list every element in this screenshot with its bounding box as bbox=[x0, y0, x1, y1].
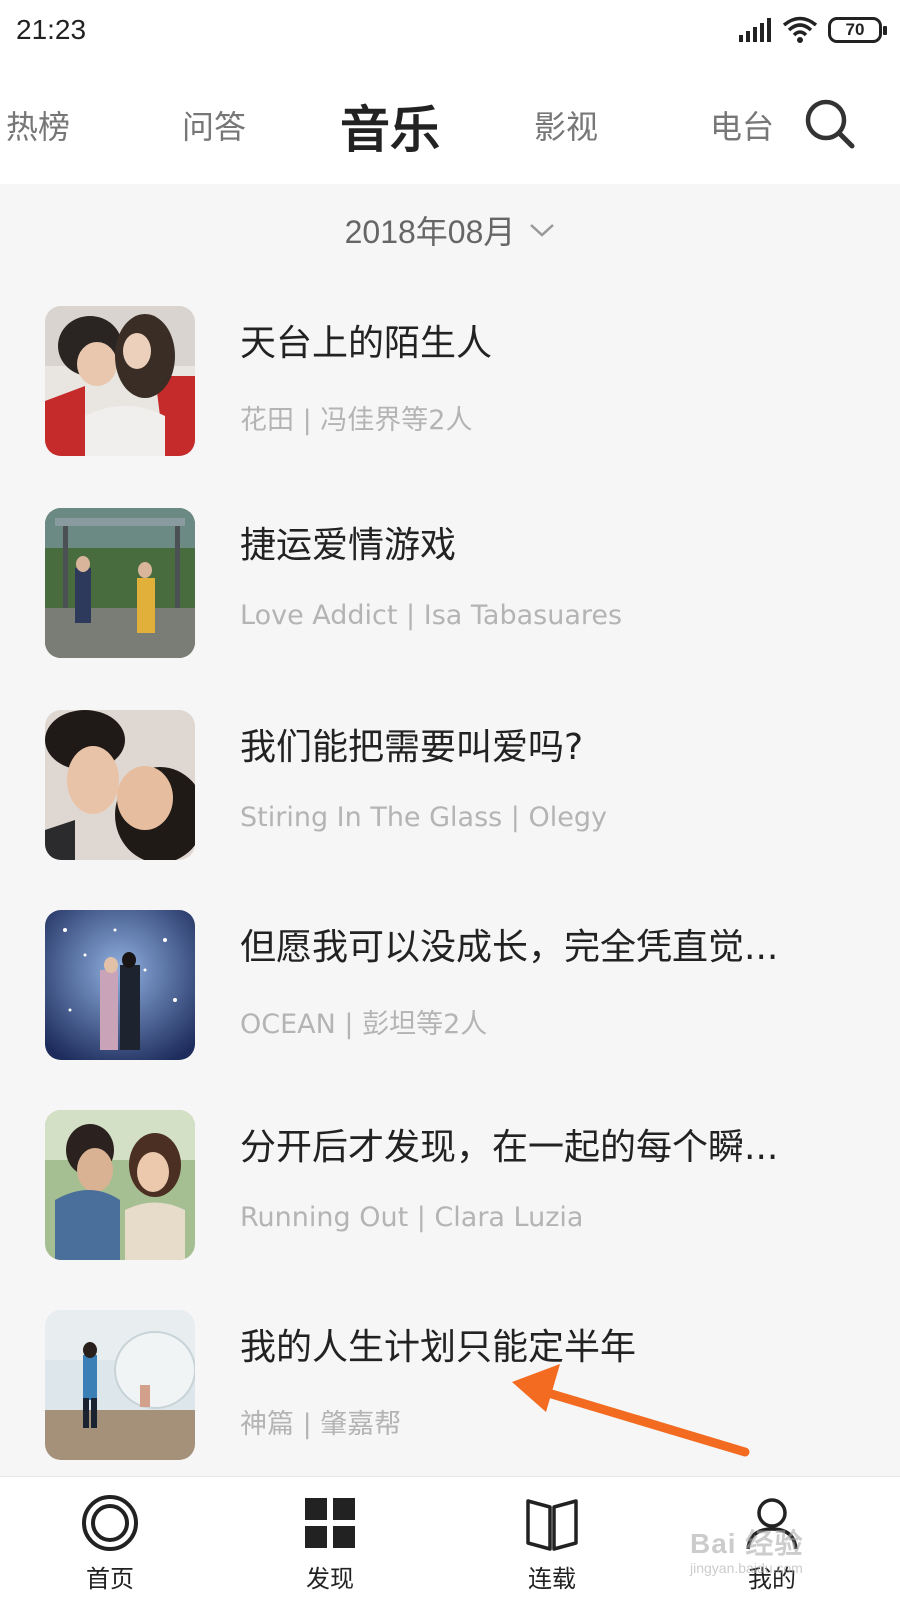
song-cover-image bbox=[45, 508, 195, 658]
nav-home-label: 首页 bbox=[86, 1565, 134, 1593]
song-cover-image bbox=[45, 710, 195, 860]
song-title: 天台上的陌生人 bbox=[240, 323, 493, 364]
tab-hot[interactable]: 热榜 bbox=[6, 102, 70, 148]
song-item[interactable]: 但愿我可以没成长，完全凭直觉... OCEAN | 彭坦等2人 bbox=[0, 910, 900, 1115]
song-item[interactable]: 捷运爱情游戏 Love Addict | Isa Tabasuares bbox=[0, 508, 900, 713]
tab-music[interactable]: 音乐 bbox=[340, 90, 440, 162]
song-item[interactable]: 我们能把需要叫爱吗? Stiring In The Glass | Olegy bbox=[0, 710, 900, 915]
watermark-url: jingyan.baidu.com bbox=[690, 1560, 803, 1576]
song-meta: 神篇 | 肇嘉帮 bbox=[240, 1409, 402, 1440]
tab-qa[interactable]: 问答 bbox=[182, 102, 246, 148]
nav-serial[interactable]: 连载 bbox=[492, 1477, 612, 1600]
song-title: 我的人生计划只能定半年 bbox=[240, 1327, 637, 1368]
song-title: 但愿我可以没成长，完全凭直觉... bbox=[240, 927, 779, 968]
book-icon bbox=[526, 1499, 578, 1551]
date-label: 2018年08月 bbox=[344, 214, 516, 250]
nav-discover[interactable]: 发现 bbox=[270, 1477, 390, 1600]
signal-icon bbox=[739, 18, 771, 42]
song-title: 分开后才发现，在一起的每个瞬... bbox=[240, 1127, 779, 1168]
grid-icon bbox=[305, 1498, 355, 1548]
song-item[interactable]: 分开后才发现，在一起的每个瞬... Running Out | Clara Lu… bbox=[0, 1110, 900, 1315]
status-icons: 70 bbox=[738, 14, 887, 46]
search-button[interactable] bbox=[804, 98, 856, 150]
wifi-icon bbox=[782, 16, 818, 43]
nav-discover-label: 发现 bbox=[306, 1565, 354, 1593]
song-title: 捷运爱情游戏 bbox=[240, 525, 457, 566]
home-circle-icon bbox=[82, 1495, 138, 1551]
song-cover-image bbox=[45, 1110, 195, 1260]
search-icon bbox=[805, 99, 855, 149]
nav-serial-label: 连载 bbox=[528, 1565, 576, 1593]
chevron-down-icon bbox=[530, 224, 555, 237]
song-list: 天台上的陌生人 花田 | 冯佳界等2人 捷运爱情游戏 Love Addict |… bbox=[0, 276, 900, 1476]
tab-radio[interactable]: 电台 bbox=[710, 102, 774, 148]
song-meta: Stiring In The Glass | Olegy bbox=[240, 802, 607, 833]
song-item[interactable]: 我的人生计划只能定半年 神篇 | 肇嘉帮 bbox=[0, 1310, 900, 1476]
date-selector[interactable]: 2018年08月 bbox=[0, 184, 900, 276]
watermark-brand: Bai 经验 bbox=[690, 1528, 804, 1559]
top-tab-bar: 热榜 问答 音乐 影视 电台 bbox=[0, 64, 900, 184]
song-meta: Running Out | Clara Luzia bbox=[240, 1202, 584, 1233]
song-cover-image bbox=[45, 306, 195, 456]
song-cover-image bbox=[45, 1310, 195, 1460]
song-title: 我们能把需要叫爱吗? bbox=[240, 727, 584, 768]
song-item[interactable]: 天台上的陌生人 花田 | 冯佳界等2人 bbox=[0, 306, 900, 511]
tab-film[interactable]: 影视 bbox=[534, 102, 598, 148]
song-meta: OCEAN | 彭坦等2人 bbox=[240, 1009, 488, 1040]
status-bar: 21:23 70 bbox=[0, 0, 900, 64]
status-time: 21:23 bbox=[16, 14, 87, 45]
song-cover-image bbox=[45, 910, 195, 1060]
nav-home[interactable]: 首页 bbox=[50, 1477, 170, 1600]
song-meta: Love Addict | Isa Tabasuares bbox=[240, 600, 623, 631]
battery-indicator: 70 bbox=[828, 17, 887, 43]
song-meta: 花田 | 冯佳界等2人 bbox=[240, 405, 473, 436]
